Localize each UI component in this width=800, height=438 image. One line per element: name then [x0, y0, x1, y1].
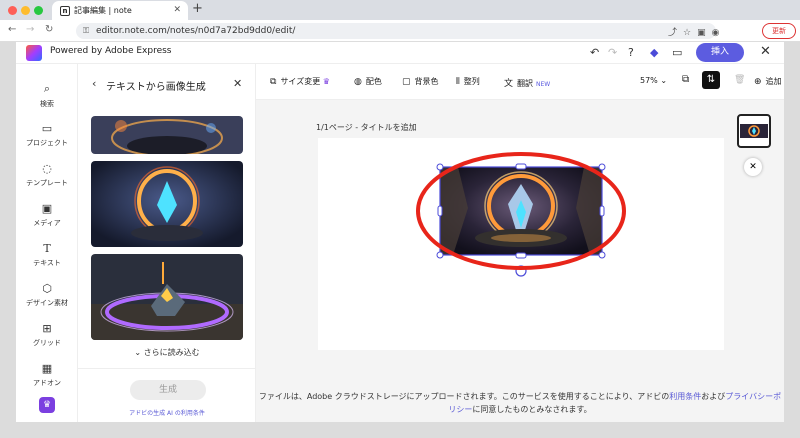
resize-handle[interactable] [515, 163, 527, 170]
background-icon: ▢ [402, 77, 411, 87]
rail-item-grid[interactable]: ⊞ グリッド [16, 322, 78, 348]
search-icon: ⌕ [43, 82, 51, 95]
rail-item-addons[interactable]: ▦ アドオン [16, 362, 78, 388]
panel-title: テキストから画像生成 [106, 82, 206, 93]
url-field[interactable]: ⚿ editor.note.com/notes/n0d7a72bd9dd0/ed… [76, 23, 716, 39]
brand-label: Powered by Adobe Express [50, 46, 172, 56]
chevron-down-icon: ⌄ [134, 348, 144, 357]
terms-link[interactable]: 利用条件 [669, 392, 701, 401]
canvas-area: 1/1ページ - タイトルを追加 ✕ ファイルは、Adobe クラウドストレージ… [256, 100, 784, 422]
generated-image-3[interactable] [91, 254, 243, 340]
premium-cube-icon[interactable]: ◆ [650, 46, 658, 59]
genai-terms-link[interactable]: アドビの生成 AI の利用条件 [78, 408, 256, 417]
zoom-select[interactable]: 57% ⌄ [640, 76, 667, 85]
url-text: editor.note.com/notes/n0d7a72bd9dd0/edit… [96, 26, 296, 36]
close-window-dot[interactable] [8, 6, 17, 15]
background-color-button[interactable]: ▢ 背景色 [402, 76, 439, 87]
address-bar: ← → ↻ ⚿ editor.note.com/notes/n0d7a72bd9… [0, 20, 800, 42]
template-icon: ◌ [42, 162, 52, 175]
zoom-window-dot[interactable] [34, 6, 43, 15]
rail-item-projects[interactable]: ▭ プロジェクト [16, 122, 78, 148]
generated-image-1[interactable] [91, 116, 243, 154]
new-badge: NEW [536, 81, 551, 88]
note-favicon-icon: n [60, 6, 70, 16]
divider [78, 368, 256, 369]
crown-premium-icon[interactable]: ♛ [39, 397, 55, 413]
browser-tab-bar: n 記事編集 | note ✕ + [0, 0, 800, 20]
page-label[interactable]: 1/1ページ - タイトルを追加 [316, 122, 417, 133]
text-to-image-panel: ‹ テキストから画像生成 ✕ ⌄ さらに読み込む 生成 アドビの生成 AI の利… [78, 64, 256, 422]
adobe-express-logo-icon [26, 45, 42, 61]
color-button[interactable]: ◍ 配色 [354, 76, 382, 87]
redo-icon[interactable]: ↷ [608, 46, 617, 59]
new-tab-icon[interactable]: + [192, 1, 203, 16]
resize-button[interactable]: ⧉ サイズ変更 ♛ [270, 76, 330, 87]
design-icon: ⬡ [42, 282, 52, 295]
insert-button[interactable]: 挿入 [696, 43, 744, 62]
lock-icon: ⚿ [83, 26, 90, 35]
reload-icon[interactable]: ↻ [45, 24, 53, 35]
translate-button[interactable]: 文翻訳 NEW [504, 76, 550, 89]
align-button[interactable]: ⫴ 整列 [456, 76, 480, 87]
back-chevron-icon[interactable]: ‹ [92, 77, 96, 90]
tab-title: 記事編集 | note [74, 6, 132, 15]
layers-toggle-icon[interactable]: ⇅ [702, 71, 720, 89]
app-top-bar: Powered by Adobe Express ↶ ↷ ? ◆ ▭ 挿入 ✕ [16, 42, 784, 64]
resize-handle[interactable] [515, 252, 527, 259]
addon-icon: ▦ [41, 362, 53, 375]
crown-icon: ♛ [322, 77, 330, 86]
translate-icon: 文 [504, 79, 514, 89]
resize-handle[interactable] [599, 205, 605, 217]
update-button[interactable]: 更新 [762, 23, 796, 39]
generated-image-2[interactable] [91, 161, 243, 247]
left-rail: ⌕ 検索 ▭ プロジェクト ◌ テンプレート ▣ メディア T テキスト ⬡ デザイン素材 … [16, 64, 78, 422]
resize-handle[interactable] [436, 163, 444, 171]
rail-item-text[interactable]: T テキスト [16, 242, 78, 268]
minimize-window-dot[interactable] [21, 6, 30, 15]
resize-handle[interactable] [436, 251, 444, 259]
rail-item-search[interactable]: ⌕ 検索 [16, 82, 78, 109]
selected-image[interactable] [440, 167, 602, 255]
text-icon: T [43, 242, 51, 255]
generate-button[interactable]: 生成 [130, 380, 206, 400]
add-button[interactable]: ⊕ 追加 [754, 76, 782, 87]
resize-handle[interactable] [598, 163, 606, 171]
forward-arrow-icon[interactable]: → [26, 24, 34, 35]
grid-icon: ⊞ [42, 322, 52, 335]
editor-toolbar: ⧉ サイズ変更 ♛ ◍ 配色 ▢ 背景色 ⫴ 整列 文翻訳 NEW 57% ⌄ ⧉ ⇅ 🗑… [256, 64, 784, 100]
align-icon: ⫴ [456, 77, 460, 87]
resize-handle[interactable] [598, 251, 606, 259]
undo-icon[interactable]: ↶ [590, 46, 599, 59]
close-editor-icon[interactable]: ✕ [760, 44, 771, 59]
chevron-down-icon: ⌄ [660, 76, 668, 85]
help-icon[interactable]: ? [628, 46, 634, 59]
resize-handle[interactable] [437, 205, 443, 217]
adobe-express-app: Powered by Adobe Express ↶ ↷ ? ◆ ▭ 挿入 ✕ … [16, 42, 784, 422]
media-icon: ▣ [41, 202, 53, 215]
folder-icon: ▭ [41, 122, 53, 135]
rail-item-design[interactable]: ⬡ デザイン素材 [16, 282, 78, 308]
panel-close-icon[interactable]: ✕ [233, 77, 242, 90]
copy-icon[interactable]: ⧉ [682, 74, 689, 85]
resize-icon: ⧉ [270, 77, 277, 87]
upload-notice: ファイルは、Adobe クラウドストレージにアップロードされます。このサービスを… [258, 392, 782, 414]
trash-icon[interactable]: 🗑 [734, 75, 745, 85]
load-more-link[interactable]: ⌄ さらに読み込む [78, 347, 256, 358]
thumbnail-close-icon[interactable]: ✕ [744, 158, 762, 176]
back-arrow-icon[interactable]: ← [8, 24, 16, 35]
browser-action-icons[interactable]: ⤴☆▣◉ [668, 25, 725, 38]
browser-tab[interactable]: n 記事編集 | note ✕ [52, 1, 188, 20]
design-page[interactable] [318, 138, 724, 350]
rail-item-templates[interactable]: ◌ テンプレート [16, 162, 78, 188]
rail-item-media[interactable]: ▣ メディア [16, 202, 78, 228]
palette-icon: ◍ [354, 77, 362, 87]
comments-icon[interactable]: ▭ [672, 46, 682, 59]
tab-close-icon[interactable]: ✕ [173, 1, 181, 20]
plus-circle-icon: ⊕ [754, 77, 762, 87]
page-thumbnail[interactable] [737, 114, 771, 148]
